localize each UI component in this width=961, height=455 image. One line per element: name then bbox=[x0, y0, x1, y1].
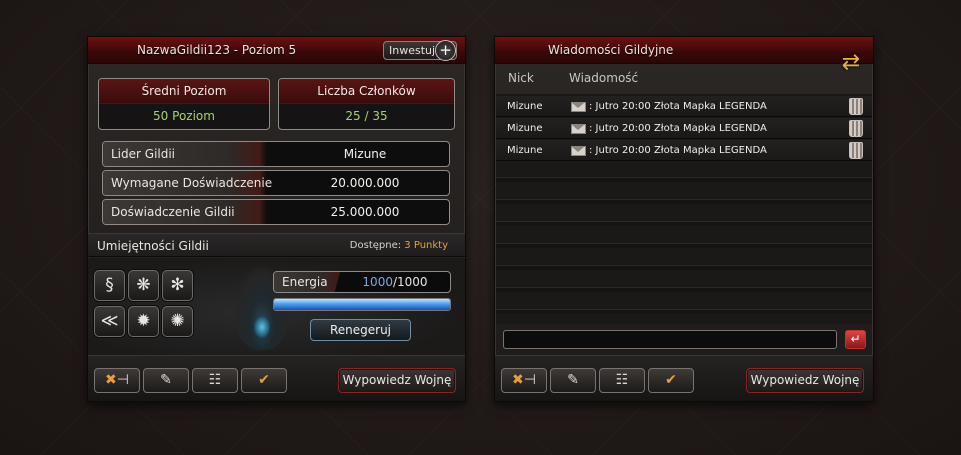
frost-icon[interactable]: ✻ bbox=[162, 270, 193, 301]
invest-button[interactable]: Inwestuj + bbox=[383, 40, 457, 61]
energy-bar bbox=[273, 298, 451, 311]
declare-war-button[interactable]: Wypowiedz Wojnę bbox=[338, 368, 456, 393]
guild-header: NazwaGildii123 - Poziom 5 Inwestuj + bbox=[88, 37, 465, 64]
message-input[interactable] bbox=[503, 330, 837, 349]
message-nick: Mizune bbox=[507, 145, 543, 156]
declare-war-button[interactable]: Wypowiedz Wojnę bbox=[746, 368, 864, 393]
messages-panel: Wiadomości Gildyjne ⇄ Nick Wiadomość Miz… bbox=[494, 36, 874, 402]
members-box: Liczba Członków 25 / 35 bbox=[278, 78, 455, 130]
envelope-icon bbox=[571, 124, 586, 134]
energy-value: 1000/1000 bbox=[340, 272, 450, 292]
info-row-required-exp: Wymagane Doświadczenie 20.000.000 bbox=[102, 170, 450, 196]
message-text: : Jutro 20:00 Złota Mapka LEGENDA bbox=[589, 123, 767, 134]
kick-member-button[interactable]: ✖⊣ bbox=[94, 368, 140, 393]
members-label: Liczba Członków bbox=[279, 79, 454, 104]
members-list-button[interactable]: ☷ bbox=[599, 368, 645, 393]
feather-icon[interactable]: ≪ bbox=[94, 306, 125, 337]
guild-title: NazwaGildii123 - Poziom 5 bbox=[137, 43, 297, 57]
plus-icon: + bbox=[435, 40, 456, 61]
messages-columns: Nick Wiadomość bbox=[495, 67, 873, 89]
skills-area: § ❋ ✻ ≪ ✹ ✺ Energia 1000/1000 Renegeruj bbox=[88, 258, 465, 356]
trash-icon[interactable] bbox=[849, 120, 863, 137]
energy-label: Energia bbox=[274, 272, 340, 292]
guild-toolbar: ✖⊣ ✎ ☷ ✔ Wypowiedz Wojnę bbox=[88, 355, 465, 401]
invest-label: Inwestuj bbox=[389, 44, 436, 57]
members-list-icon: ☷ bbox=[615, 372, 629, 388]
skills-bar: Umiejętności Gildii Dostępne: 3 Punkty bbox=[88, 233, 465, 257]
kick-member-button[interactable]: ✖⊣ bbox=[501, 368, 547, 393]
column-nick: Nick bbox=[508, 71, 534, 85]
members-list-button[interactable]: ☷ bbox=[192, 368, 238, 393]
guild-panel: NazwaGildii123 - Poziom 5 Inwestuj + Śre… bbox=[87, 36, 466, 402]
accept-member-icon: ✔ bbox=[258, 372, 270, 388]
regenerate-button[interactable]: Renegeruj bbox=[310, 319, 411, 341]
edit-note-button[interactable]: ✎ bbox=[143, 368, 189, 393]
energy-box: Energia 1000/1000 bbox=[273, 271, 451, 293]
dragon-icon[interactable]: § bbox=[94, 270, 125, 301]
message-row[interactable]: Mizune : Jutro 20:00 Złota Mapka LEGENDA bbox=[496, 118, 872, 139]
avg-level-label: Średni Poziom bbox=[99, 79, 269, 104]
skills-available-label: Dostępne: bbox=[349, 240, 402, 251]
send-message-button[interactable]: ↵ bbox=[845, 330, 866, 349]
message-nick: Mizune bbox=[507, 101, 543, 112]
accept-member-icon: ✔ bbox=[665, 372, 677, 388]
members-value: 25 / 35 bbox=[345, 109, 388, 123]
skills-points: 3 Punkty bbox=[404, 240, 448, 251]
info-value: Mizune bbox=[343, 147, 387, 161]
snowflake-icon[interactable]: ❋ bbox=[128, 270, 159, 301]
accept-member-button[interactable]: ✔ bbox=[241, 368, 287, 393]
message-row[interactable]: Mizune : Jutro 20:00 Złota Mapka LEGENDA bbox=[496, 96, 872, 117]
kick-member-icon: ✖ bbox=[105, 372, 117, 388]
accept-member-button[interactable]: ✔ bbox=[648, 368, 694, 393]
edit-note-icon: ✎ bbox=[160, 372, 172, 388]
members-list-icon: ☷ bbox=[208, 372, 222, 388]
info-label: Wymagane Doświadczenie bbox=[103, 171, 281, 195]
avg-level-value: 50 Poziom bbox=[153, 109, 215, 123]
messages-list: Mizune : Jutro 20:00 Złota Mapka LEGENDA… bbox=[496, 94, 872, 324]
info-value: 25.000.000 bbox=[330, 205, 400, 219]
envelope-icon bbox=[571, 146, 586, 156]
message-row[interactable]: Mizune : Jutro 20:00 Złota Mapka LEGENDA bbox=[496, 140, 872, 161]
message-text: : Jutro 20:00 Złota Mapka LEGENDA bbox=[589, 145, 767, 156]
messages-header: Wiadomości Gildyjne bbox=[495, 37, 873, 64]
envelope-icon bbox=[571, 102, 586, 112]
edit-note-icon: ✎ bbox=[567, 372, 579, 388]
trash-icon[interactable] bbox=[849, 142, 863, 159]
kick-member-icon: ✖ bbox=[512, 372, 524, 388]
energy-max: /1000 bbox=[392, 275, 428, 289]
gear-icon[interactable]: ✺ bbox=[162, 306, 193, 337]
avg-level-box: Średni Poziom 50 Poziom bbox=[98, 78, 270, 130]
info-label: Lider Gildii bbox=[103, 142, 281, 166]
message-nick: Mizune bbox=[507, 123, 543, 134]
trash-icon[interactable] bbox=[849, 98, 863, 115]
info-row-leader: Lider Gildii Mizune bbox=[102, 141, 450, 167]
column-message: Wiadomość bbox=[569, 71, 639, 85]
messages-title: Wiadomości Gildyjne bbox=[548, 43, 674, 57]
emblem-gem bbox=[254, 316, 270, 338]
send-icon: ↵ bbox=[850, 332, 861, 346]
info-value: 20.000.000 bbox=[330, 176, 400, 190]
message-text: : Jutro 20:00 Złota Mapka LEGENDA bbox=[589, 101, 767, 112]
edit-note-button[interactable]: ✎ bbox=[550, 368, 596, 393]
skills-title: Umiejętności Gildii bbox=[97, 239, 209, 253]
skills-available: Dostępne: 3 Punkty bbox=[350, 240, 448, 251]
energy-bar-fill bbox=[274, 299, 450, 310]
info-row-guild-exp: Doświadczenie Gildii 25.000.000 bbox=[102, 199, 450, 225]
energy-current: 1000 bbox=[362, 275, 393, 289]
info-label: Doświadczenie Gildii bbox=[103, 200, 281, 224]
sun-icon[interactable]: ✹ bbox=[128, 306, 159, 337]
messages-toolbar: ✖⊣ ✎ ☷ ✔ Wypowiedz Wojnę bbox=[495, 355, 873, 401]
